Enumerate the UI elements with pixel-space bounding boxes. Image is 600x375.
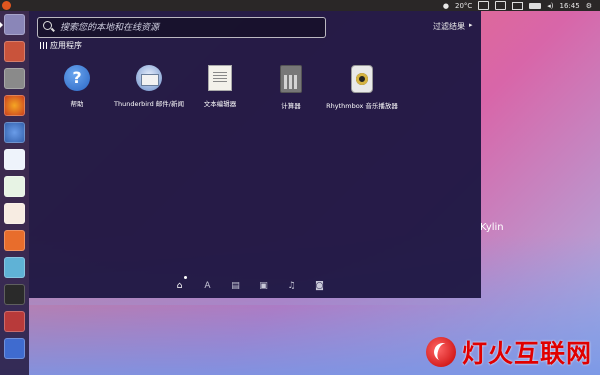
files-icon[interactable] xyxy=(4,41,25,62)
libreoffice-impress-icon[interactable] xyxy=(4,203,25,224)
file-manager-icon[interactable] xyxy=(4,68,25,89)
launcher xyxy=(0,11,29,375)
lens-bar: ⌂ A ▤ ▣ ♫ ◙ xyxy=(174,281,325,292)
user-icon[interactable]: ● xyxy=(443,2,449,10)
system-settings-icon[interactable] xyxy=(4,311,25,332)
help-icon: ? xyxy=(64,65,90,91)
section-header-applications[interactable]: 应用程序 xyxy=(40,40,82,51)
app-label: 计算器 xyxy=(281,102,301,110)
search-box[interactable] xyxy=(37,17,326,38)
app-label: Thunderbird 邮件/新闻 xyxy=(114,100,184,108)
watermark: 灯火互联网 xyxy=(426,334,592,370)
app-label: 帮助 xyxy=(70,100,84,108)
weather-indicator[interactable]: 20°C xyxy=(455,2,472,10)
app-thunderbird[interactable]: Thunderbird 邮件/新闻 xyxy=(109,65,189,108)
watermark-logo-icon xyxy=(426,337,456,367)
indicator-area: ● 20°C ◂) 16:45 ⚙ xyxy=(443,0,592,11)
applications-lens-icon[interactable]: A xyxy=(202,281,213,292)
app-label: Rhythmbox 音乐播放器 xyxy=(326,102,398,110)
chevron-right-icon[interactable]: ▸ xyxy=(469,21,473,29)
home-lens-icon[interactable]: ⌂ xyxy=(174,281,185,292)
app-text-editor[interactable]: 文本编辑器 xyxy=(180,65,260,108)
wallpaper-brand-text: Kylin xyxy=(480,222,504,233)
software-center-icon[interactable] xyxy=(4,230,25,251)
app-calculator[interactable]: 计算器 xyxy=(251,65,331,110)
filter-results-button[interactable]: 过滤结果 xyxy=(433,21,465,32)
dash-panel: 过滤结果 ▸ 应用程序 ? 帮助 Thunderbird 邮件/新闻 文本编辑器… xyxy=(29,11,481,298)
firefox-icon[interactable] xyxy=(4,95,25,116)
app-label: 文本编辑器 xyxy=(203,100,237,108)
search-icon xyxy=(43,21,52,30)
clock[interactable]: 16:45 xyxy=(560,2,580,10)
gear-icon[interactable]: ⚙ xyxy=(586,2,592,10)
music-lens-icon[interactable]: ♫ xyxy=(286,281,297,292)
app-rhythmbox[interactable]: Rhythmbox 音乐播放器 xyxy=(322,65,402,110)
network-icon[interactable] xyxy=(495,1,507,10)
search-input[interactable] xyxy=(58,20,322,36)
libreoffice-calc-icon[interactable] xyxy=(4,176,25,197)
app-help[interactable]: ? 帮助 xyxy=(37,65,117,108)
section-title: 应用程序 xyxy=(50,41,82,50)
watermark-text: 灯火互联网 xyxy=(462,339,593,368)
text-editor-icon xyxy=(208,65,232,91)
ubuntu-logo-icon[interactable] xyxy=(2,1,11,10)
video-lens-icon[interactable]: ▣ xyxy=(258,281,269,292)
ubuntu-kylin-icon[interactable] xyxy=(4,338,25,359)
dash-bottom-edge xyxy=(29,297,481,305)
mail-icon[interactable] xyxy=(512,1,524,10)
top-panel: ● 20°C ◂) 16:45 ⚙ xyxy=(0,0,600,11)
volume-icon[interactable]: ◂) xyxy=(547,2,553,10)
files-lens-icon[interactable]: ▤ xyxy=(230,281,241,292)
terminal-icon[interactable] xyxy=(4,284,25,305)
calculator-icon xyxy=(280,65,302,93)
photo-lens-icon[interactable]: ◙ xyxy=(314,281,325,292)
dash-home-icon[interactable] xyxy=(0,14,25,35)
battery-icon[interactable] xyxy=(529,2,542,9)
image-viewer-icon[interactable] xyxy=(4,257,25,278)
thunderbird-icon xyxy=(136,65,162,91)
active-lens-indicator xyxy=(184,276,187,279)
libreoffice-writer-icon[interactable] xyxy=(4,149,25,170)
keyboard-icon[interactable] xyxy=(478,1,490,10)
chromium-icon[interactable] xyxy=(4,122,25,143)
rhythmbox-icon xyxy=(351,65,373,93)
list-view-icon xyxy=(40,42,47,49)
